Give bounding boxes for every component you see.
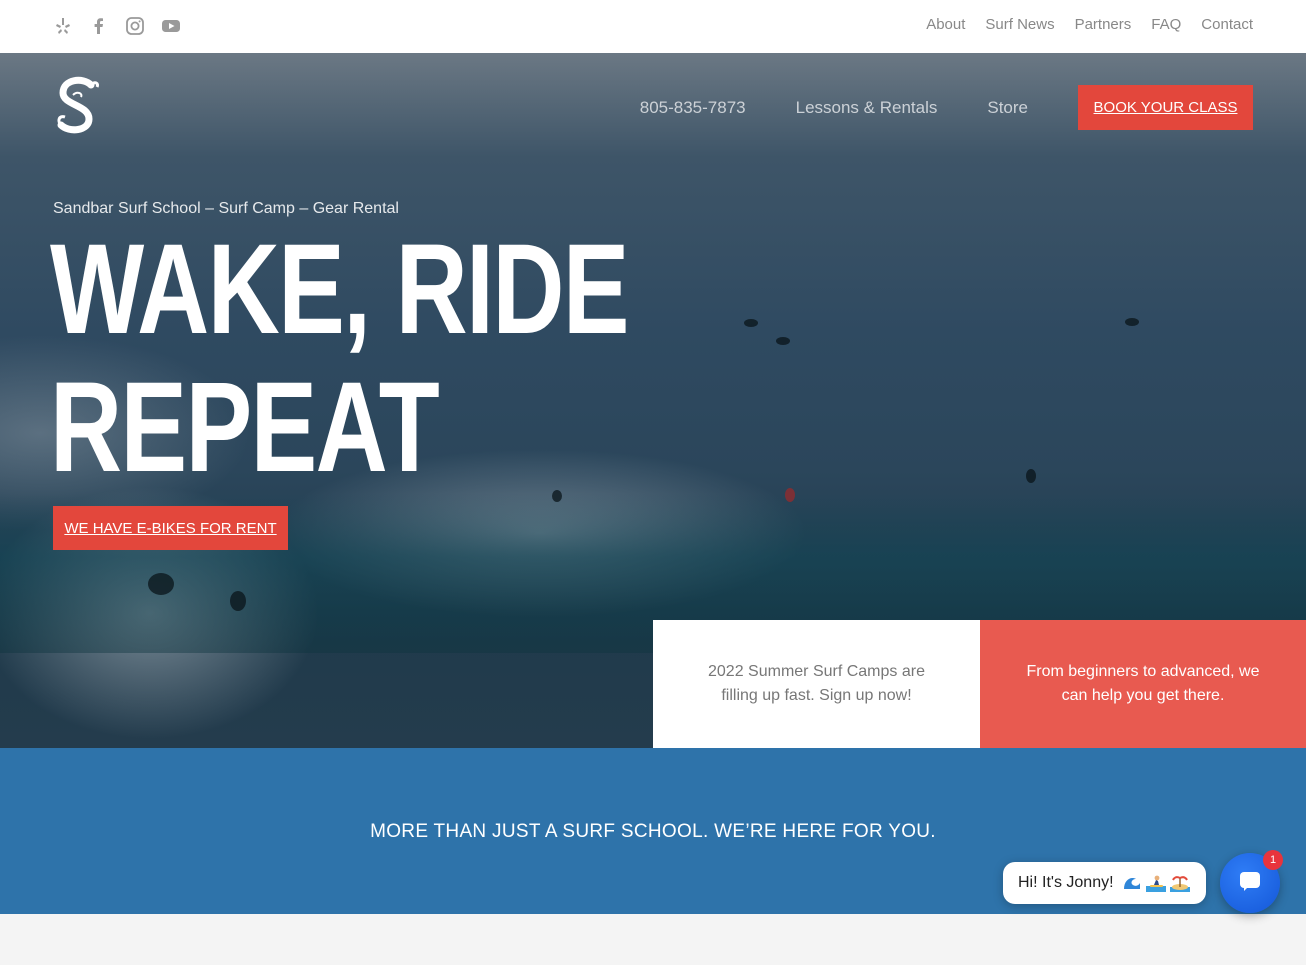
nav-about[interactable]: About [926, 16, 965, 33]
skill-level-card[interactable]: From beginners to advanced, we can help … [980, 620, 1306, 748]
hero-headline: WAKE, RIDE REPEAT [50, 218, 629, 499]
chat-greeting-bubble[interactable]: Hi! It's Jonny! [1003, 862, 1206, 904]
hero-tagline: Sandbar Surf School – Surf Camp – Gear R… [53, 200, 399, 217]
instagram-icon[interactable] [125, 16, 145, 36]
phone-link[interactable]: 805-835-7873 [640, 98, 746, 118]
wave-emoji-icon [1122, 874, 1142, 892]
headline-line-1: WAKE, RIDE [50, 218, 629, 361]
surfer-silhouette [1026, 469, 1036, 483]
ebike-rent-button[interactable]: WE HAVE E-BIKES FOR RENT [53, 506, 288, 550]
nav-surf-news[interactable]: Surf News [985, 16, 1054, 33]
social-links [53, 16, 181, 36]
surfer-silhouette [785, 488, 795, 502]
surfer-silhouette [744, 319, 758, 327]
summer-camp-text: 2022 Summer Surf Camps are filling up fa… [708, 663, 925, 704]
summer-camp-card[interactable]: 2022 Summer Surf Camps are filling up fa… [653, 620, 980, 748]
facebook-icon[interactable] [89, 16, 109, 36]
yelp-icon[interactable] [53, 16, 73, 36]
chat-greeting-text: Hi! It's Jonny! [1018, 874, 1114, 891]
book-class-button[interactable]: BOOK YOUR CLASS [1078, 85, 1253, 130]
top-nav: About Surf News Partners FAQ Contact [926, 16, 1253, 33]
surfer-silhouette [776, 337, 790, 345]
chat-unread-badge: 1 [1263, 850, 1283, 870]
surfer-emoji-icon [1145, 874, 1166, 892]
island-emoji-icon [1169, 874, 1190, 892]
chat-icon [1238, 869, 1262, 898]
mission-message: MORE THAN JUST A SURF SCHOOL. WE’RE HERE… [370, 821, 936, 842]
main-nav: 805-835-7873 Lessons & Rentals Store [640, 98, 1028, 118]
top-bar: About Surf News Partners FAQ Contact [0, 0, 1306, 53]
surfer-silhouette [148, 573, 174, 595]
nav-lessons-rentals[interactable]: Lessons & Rentals [796, 98, 938, 118]
nav-faq[interactable]: FAQ [1151, 16, 1181, 33]
surfer-silhouette [1125, 318, 1139, 326]
nav-store[interactable]: Store [987, 98, 1028, 118]
chat-emojis [1122, 874, 1190, 892]
site-logo[interactable] [53, 75, 105, 139]
skill-level-text: From beginners to advanced, we can help … [1026, 663, 1260, 704]
headline-line-2: REPEAT [50, 356, 440, 499]
surfer-silhouette [230, 591, 246, 611]
hero-section: 805-835-7873 Lessons & Rentals Store BOO… [0, 53, 1306, 748]
nav-partners[interactable]: Partners [1075, 16, 1132, 33]
youtube-icon[interactable] [161, 16, 181, 36]
content-area [0, 914, 1306, 965]
nav-contact[interactable]: Contact [1201, 16, 1253, 33]
